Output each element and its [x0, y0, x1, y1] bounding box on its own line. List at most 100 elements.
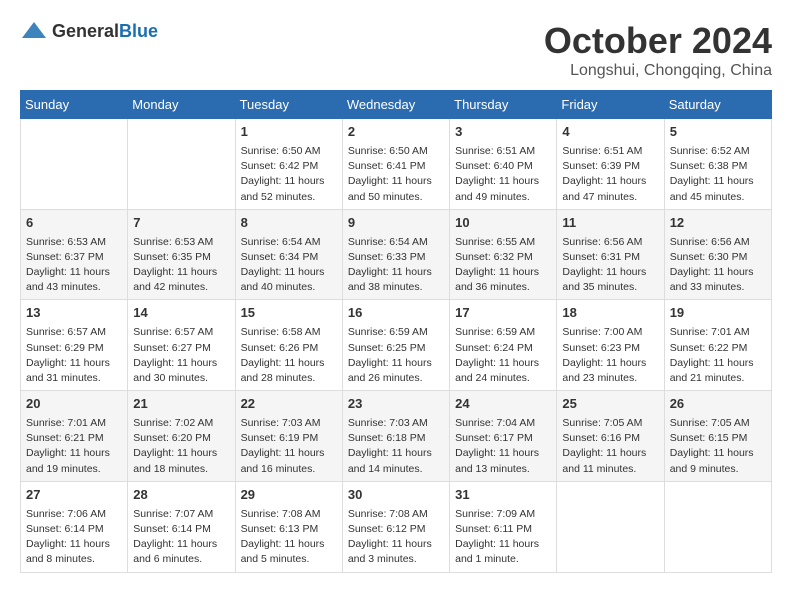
- calendar-cell: [128, 119, 235, 210]
- calendar-cell: 3Sunrise: 6:51 AM Sunset: 6:40 PM Daylig…: [450, 119, 557, 210]
- day-number: 27: [26, 486, 122, 505]
- calendar-cell: 7 Sunrise: 6:53 AM Sunset: 6:35 PM Daylig…: [128, 209, 235, 300]
- calendar-cell: 6Sunrise: 6:53 AM Sunset: 6:37 PM Daylig…: [21, 209, 128, 300]
- logo-text: GeneralBlue: [52, 21, 158, 42]
- calendar-cell: 11Sunrise: 6:56 AM Sunset: 6:31 PM Dayli…: [557, 209, 664, 300]
- calendar-table: SundayMondayTuesdayWednesdayThursdayFrid…: [20, 90, 772, 573]
- day-info: Sunrise: 6:57 AM Sunset: 6:29 PM Dayligh…: [26, 325, 122, 386]
- calendar-cell: 20Sunrise: 7:01 AM Sunset: 6:21 PM Dayli…: [21, 391, 128, 482]
- day-info: Sunrise: 6:50 AM Sunset: 6:41 PM Dayligh…: [348, 144, 444, 205]
- month-title: October 2024: [544, 20, 772, 62]
- day-number: 5: [670, 123, 766, 142]
- day-number: 30: [348, 486, 444, 505]
- calendar-cell: 8 Sunrise: 6:54 AM Sunset: 6:34 PM Daylig…: [235, 209, 342, 300]
- day-info: Sunrise: 6:55 AM Sunset: 6:32 PM Dayligh…: [455, 235, 551, 296]
- day-number: 21: [133, 395, 229, 414]
- calendar-cell: 12Sunrise: 6:56 AM Sunset: 6:30 PM Dayli…: [664, 209, 771, 300]
- calendar-cell: 21 Sunrise: 7:02 AM Sunset: 6:20 PM Dayli…: [128, 391, 235, 482]
- calendar-cell: 15 Sunrise: 6:58 AM Sunset: 6:26 PM Dayli…: [235, 300, 342, 391]
- calendar-cell: 22Sunrise: 7:03 AM Sunset: 6:19 PM Dayli…: [235, 391, 342, 482]
- day-number: 24: [455, 395, 551, 414]
- day-number: 13: [26, 304, 122, 323]
- day-info: Sunrise: 7:06 AM Sunset: 6:14 PM Dayligh…: [26, 507, 122, 568]
- day-number: 14: [133, 304, 229, 323]
- logo-blue: Blue: [119, 21, 158, 41]
- day-info: Sunrise: 7:00 AM Sunset: 6:23 PM Dayligh…: [562, 325, 658, 386]
- day-info: Sunrise: 7:07 AM Sunset: 6:14 PM Dayligh…: [133, 507, 229, 568]
- logo-icon: [20, 20, 48, 42]
- calendar-cell: 17Sunrise: 6:59 AM Sunset: 6:24 PM Dayli…: [450, 300, 557, 391]
- week-row: 20Sunrise: 7:01 AM Sunset: 6:21 PM Dayli…: [21, 391, 772, 482]
- day-number: 8: [241, 214, 337, 233]
- day-info: Sunrise: 7:08 AM Sunset: 6:12 PM Dayligh…: [348, 507, 444, 568]
- calendar-cell: 24Sunrise: 7:04 AM Sunset: 6:17 PM Dayli…: [450, 391, 557, 482]
- day-info: Sunrise: 6:53 AM Sunset: 6:35 PM Dayligh…: [133, 235, 229, 296]
- calendar-cell: 18 Sunrise: 7:00 AM Sunset: 6:23 PM Dayli…: [557, 300, 664, 391]
- day-info: Sunrise: 6:51 AM Sunset: 6:40 PM Dayligh…: [455, 144, 551, 205]
- day-info: Sunrise: 6:52 AM Sunset: 6:38 PM Dayligh…: [670, 144, 766, 205]
- header-day-tuesday: Tuesday: [235, 91, 342, 119]
- location-title: Longshui, Chongqing, China: [544, 62, 772, 80]
- calendar-cell: 10Sunrise: 6:55 AM Sunset: 6:32 PM Dayli…: [450, 209, 557, 300]
- calendar-cell: 16Sunrise: 6:59 AM Sunset: 6:25 PM Dayli…: [342, 300, 449, 391]
- day-info: Sunrise: 7:03 AM Sunset: 6:18 PM Dayligh…: [348, 416, 444, 477]
- day-number: 11: [562, 214, 658, 233]
- header-day-thursday: Thursday: [450, 91, 557, 119]
- day-info: Sunrise: 7:08 AM Sunset: 6:13 PM Dayligh…: [241, 507, 337, 568]
- day-number: 7: [133, 214, 229, 233]
- day-number: 16: [348, 304, 444, 323]
- day-number: 26: [670, 395, 766, 414]
- week-row: 1 Sunrise: 6:50 AM Sunset: 6:42 PM Daylig…: [21, 119, 772, 210]
- calendar-cell: 5 Sunrise: 6:52 AM Sunset: 6:38 PM Daylig…: [664, 119, 771, 210]
- header-day-saturday: Saturday: [664, 91, 771, 119]
- calendar-cell: 27 Sunrise: 7:06 AM Sunset: 6:14 PM Dayli…: [21, 481, 128, 572]
- header-day-sunday: Sunday: [21, 91, 128, 119]
- day-info: Sunrise: 6:51 AM Sunset: 6:39 PM Dayligh…: [562, 144, 658, 205]
- calendar-cell: 2 Sunrise: 6:50 AM Sunset: 6:41 PM Daylig…: [342, 119, 449, 210]
- day-number: 9: [348, 214, 444, 233]
- day-number: 31: [455, 486, 551, 505]
- day-number: 1: [241, 123, 337, 142]
- day-number: 25: [562, 395, 658, 414]
- day-number: 18: [562, 304, 658, 323]
- calendar-cell: [21, 119, 128, 210]
- day-number: 20: [26, 395, 122, 414]
- header-row: SundayMondayTuesdayWednesdayThursdayFrid…: [21, 91, 772, 119]
- calendar-cell: 13 Sunrise: 6:57 AM Sunset: 6:29 PM Dayli…: [21, 300, 128, 391]
- header-day-monday: Monday: [128, 91, 235, 119]
- day-info: Sunrise: 6:54 AM Sunset: 6:34 PM Dayligh…: [241, 235, 337, 296]
- day-number: 29: [241, 486, 337, 505]
- logo-general: General: [52, 21, 119, 41]
- title-area: October 2024 Longshui, Chongqing, China: [544, 20, 772, 80]
- calendar-cell: 26 Sunrise: 7:05 AM Sunset: 6:15 PM Dayli…: [664, 391, 771, 482]
- header-day-wednesday: Wednesday: [342, 91, 449, 119]
- calendar-cell: 19Sunrise: 7:01 AM Sunset: 6:22 PM Dayli…: [664, 300, 771, 391]
- calendar-cell: 30 Sunrise: 7:08 AM Sunset: 6:12 PM Dayli…: [342, 481, 449, 572]
- day-number: 22: [241, 395, 337, 414]
- day-number: 6: [26, 214, 122, 233]
- calendar-cell: 25 Sunrise: 7:05 AM Sunset: 6:16 PM Dayli…: [557, 391, 664, 482]
- day-number: 15: [241, 304, 337, 323]
- header: GeneralBlue October 2024 Longshui, Chong…: [20, 20, 772, 80]
- day-number: 12: [670, 214, 766, 233]
- logo: GeneralBlue: [20, 20, 158, 42]
- day-number: 28: [133, 486, 229, 505]
- day-info: Sunrise: 7:05 AM Sunset: 6:16 PM Dayligh…: [562, 416, 658, 477]
- day-number: 19: [670, 304, 766, 323]
- calendar-body: 1 Sunrise: 6:50 AM Sunset: 6:42 PM Daylig…: [21, 119, 772, 573]
- day-info: Sunrise: 6:59 AM Sunset: 6:24 PM Dayligh…: [455, 325, 551, 386]
- day-number: 2: [348, 123, 444, 142]
- calendar-cell: 4 Sunrise: 6:51 AM Sunset: 6:39 PM Daylig…: [557, 119, 664, 210]
- week-row: 13 Sunrise: 6:57 AM Sunset: 6:29 PM Dayli…: [21, 300, 772, 391]
- day-info: Sunrise: 6:50 AM Sunset: 6:42 PM Dayligh…: [241, 144, 337, 205]
- calendar-cell: 29 Sunrise: 7:08 AM Sunset: 6:13 PM Dayli…: [235, 481, 342, 572]
- calendar-cell: 31Sunrise: 7:09 AM Sunset: 6:11 PM Dayli…: [450, 481, 557, 572]
- day-info: Sunrise: 6:58 AM Sunset: 6:26 PM Dayligh…: [241, 325, 337, 386]
- header-day-friday: Friday: [557, 91, 664, 119]
- day-number: 4: [562, 123, 658, 142]
- day-info: Sunrise: 6:54 AM Sunset: 6:33 PM Dayligh…: [348, 235, 444, 296]
- day-info: Sunrise: 6:57 AM Sunset: 6:27 PM Dayligh…: [133, 325, 229, 386]
- day-info: Sunrise: 7:02 AM Sunset: 6:20 PM Dayligh…: [133, 416, 229, 477]
- day-number: 23: [348, 395, 444, 414]
- day-info: Sunrise: 7:05 AM Sunset: 6:15 PM Dayligh…: [670, 416, 766, 477]
